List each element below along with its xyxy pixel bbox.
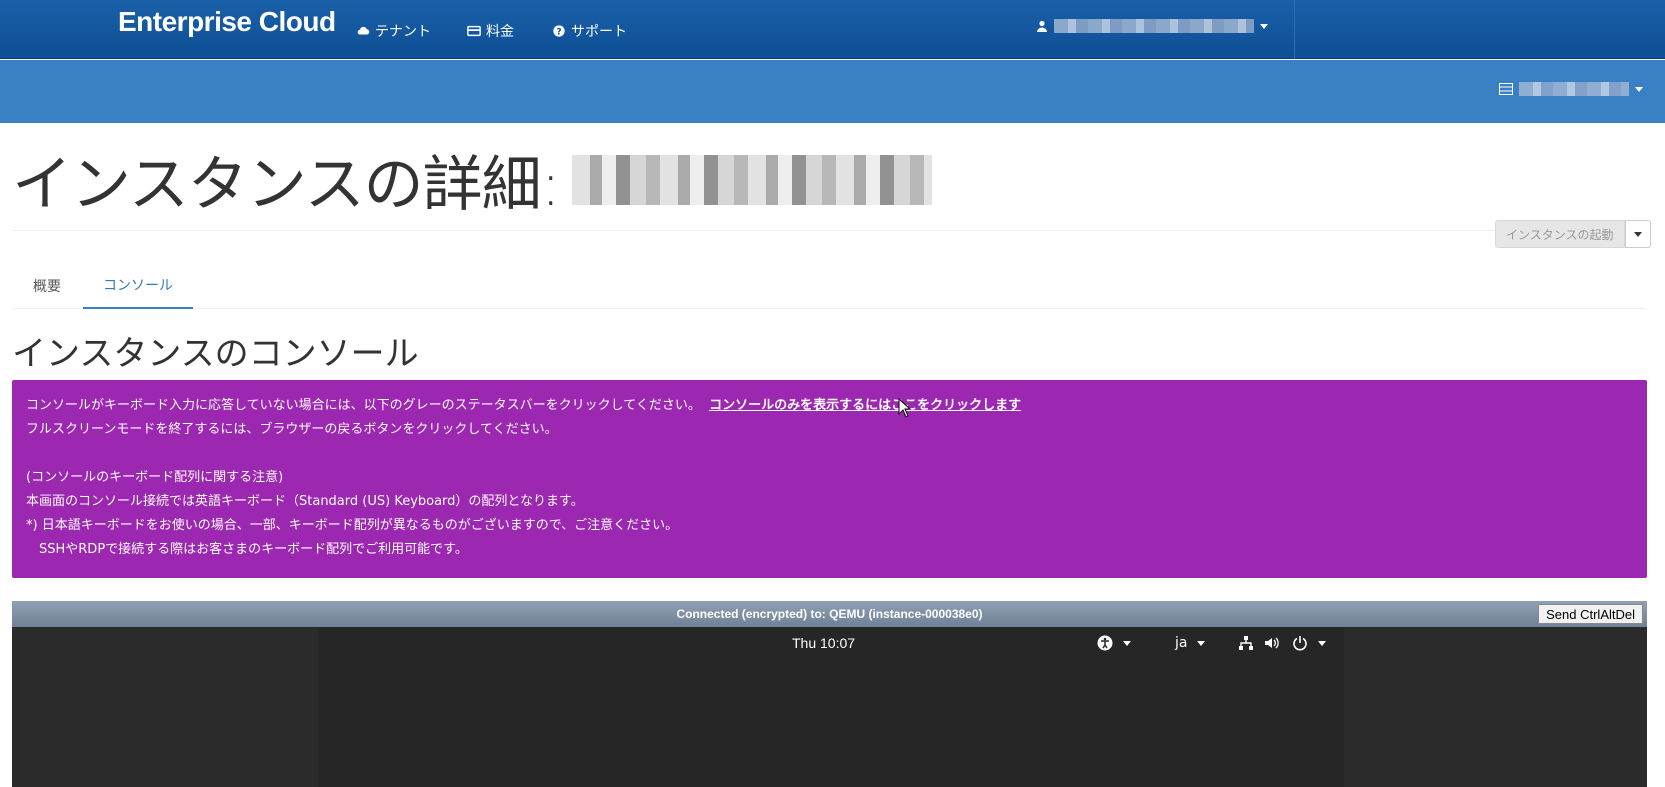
alert-line-2: フルスクリーンモードを終了するには、ブラウザーの戻るボタンをクリックしてください… [26, 422, 558, 437]
nav-item-support[interactable]: ? サポート [552, 21, 627, 41]
project-name-redacted [1519, 82, 1629, 96]
accessibility-menu[interactable] [1097, 635, 1131, 651]
section-title: インスタンスのコンソール [12, 334, 419, 374]
chevron-down-icon [1318, 640, 1326, 646]
alert-line-5: *) 日本語キーボードをお使いの場合、一部、キーボード配列が異なるものがございま… [26, 518, 679, 533]
user-icon [1037, 20, 1047, 32]
chevron-down-icon [1633, 231, 1642, 237]
language-menu[interactable]: ja [1175, 635, 1206, 651]
network-icon [1239, 636, 1253, 650]
alert-spacer [26, 442, 1633, 466]
vm-clock[interactable]: Thu 10:07 [792, 635, 855, 651]
nav-item-label: サポート [571, 24, 627, 40]
mouse-cursor-icon [898, 398, 912, 418]
alert-line-4: 本画面のコンソール接続では英語キーボード（Standard (US) Keybo… [26, 494, 584, 509]
top-navbar: Enterprise Cloud テナント 料金 ? サポート [0, 0, 1665, 59]
volume-status[interactable] [1264, 635, 1280, 651]
vm-desktop[interactable] [318, 627, 1344, 787]
cloud-icon [357, 26, 370, 35]
nav-item-billing[interactable]: 料金 [467, 21, 514, 41]
server-icon [1499, 83, 1513, 95]
title-divider [12, 230, 1645, 231]
console-screen[interactable]: Thu 10:07 ja [12, 627, 1647, 787]
tab-console[interactable]: コンソール [83, 262, 193, 309]
credit-card-icon [467, 25, 481, 37]
nav-item-label: テナント [375, 24, 431, 40]
instance-name-redacted [571, 154, 932, 205]
chevron-down-icon [1260, 23, 1268, 29]
brand-logo[interactable]: Enterprise Cloud [118, 6, 336, 38]
launch-instance-button[interactable]: インスタンスの起動 [1495, 220, 1625, 248]
question-circle-icon: ? [553, 25, 565, 38]
send-ctrl-alt-del-button[interactable]: Send CtrlAltDel [1538, 604, 1643, 624]
launch-dropdown-toggle[interactable] [1624, 220, 1651, 248]
power-menu[interactable] [1292, 635, 1326, 651]
page-title-text: インスタンスの詳細: [12, 150, 561, 220]
detail-tabs: 概要 コンソール [12, 262, 1645, 309]
tab-overview[interactable]: 概要 [12, 262, 82, 309]
user-name-redacted [1054, 19, 1254, 33]
console-status-bar[interactable]: Connected (encrypted) to: QEMU (instance… [12, 601, 1647, 627]
navbar-divider [1294, 0, 1295, 59]
chevron-down-icon [1197, 640, 1206, 646]
project-selector[interactable] [1499, 82, 1643, 96]
user-menu[interactable] [1036, 19, 1268, 33]
launch-instance-group: インスタンスの起動 [1495, 220, 1651, 248]
volume-icon [1265, 637, 1279, 649]
alert-text: コンソールがキーボード入力に応答していない場合には、以下のグレーのステータスバー… [26, 398, 701, 413]
alert-line-6: SSHやRDPで接続する際はお客さまのキーボード配列でご利用可能です。 [26, 542, 468, 557]
alert-line-1: コンソールがキーボード入力に応答していない場合には、以下のグレーのステータスバー… [26, 394, 1633, 418]
console-only-link[interactable]: コンソールのみを表示するにはここをクリックします [709, 398, 1021, 413]
console-notice-alert: コンソールがキーボード入力に応答していない場合には、以下のグレーのステータスバー… [12, 380, 1647, 578]
chevron-down-icon [1635, 86, 1643, 92]
project-bar [0, 60, 1665, 123]
chevron-down-icon [1123, 640, 1131, 646]
accessibility-icon [1097, 635, 1113, 651]
nav-item-label: 料金 [486, 24, 514, 40]
language-label: ja [1175, 635, 1188, 651]
power-icon [1293, 636, 1307, 651]
svg-text:?: ? [556, 28, 561, 38]
network-status[interactable] [1238, 635, 1254, 651]
nav-item-tenant[interactable]: テナント [356, 21, 431, 41]
alert-line-3: (コンソールのキーボード配列に関する注意) [26, 470, 284, 485]
console-status-text: Connected (encrypted) to: QEMU (instance… [676, 607, 983, 621]
page-title: インスタンスの詳細: [12, 136, 932, 223]
